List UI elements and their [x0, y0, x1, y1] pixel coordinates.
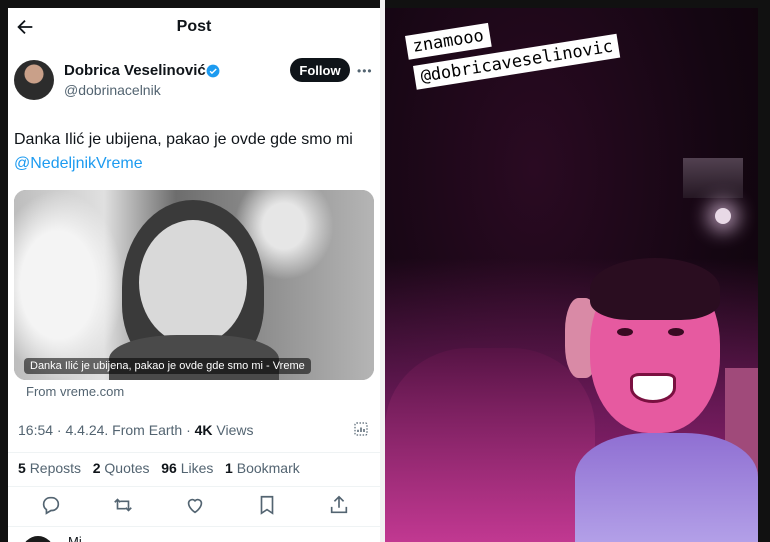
like-icon[interactable]	[184, 494, 206, 516]
author-handle[interactable]: @dobrinacelnik	[64, 82, 161, 98]
reply-icon[interactable]	[40, 494, 62, 516]
stage-light	[715, 208, 731, 224]
selfie-mouth	[630, 373, 676, 403]
reposts-label[interactable]: Reposts	[30, 460, 81, 476]
meta-time: 16:54 · 4.4.24. From Earth ·	[18, 422, 195, 438]
engagement-stats: 5 Reposts 2 Quotes 96 Likes 1 Bookmark	[18, 460, 300, 476]
reply-preview[interactable]: Mi	[68, 534, 82, 542]
share-icon[interactable]	[328, 494, 350, 516]
quotes-label[interactable]: Quotes	[104, 460, 149, 476]
likes-label[interactable]: Likes	[181, 460, 214, 476]
post-header: Post	[8, 8, 380, 46]
avatar[interactable]	[14, 60, 54, 100]
crowd	[385, 348, 595, 542]
divider	[8, 526, 380, 527]
views-label: Views	[212, 422, 254, 438]
link-card-image[interactable]: Danka Ilić je ubijena, pakao je ovde gde…	[14, 190, 374, 380]
analytics-icon[interactable]	[352, 420, 370, 438]
bookmark-icon[interactable]	[256, 494, 278, 516]
stage-rig	[683, 158, 743, 198]
tweet-text: Danka Ilić je ubijena, pakao je ovde gde…	[14, 128, 374, 176]
author-name[interactable]: Dobrica Veselinović	[64, 62, 206, 79]
bookmarks-count[interactable]: 1	[225, 460, 233, 476]
views-count: 4K	[194, 422, 213, 438]
page-title: Post	[176, 18, 212, 35]
selfie-hair	[590, 258, 720, 320]
card-source[interactable]: From vreme.com	[26, 384, 124, 399]
tweet-body: Danka Ilić je ubijena, pakao je ovde gde…	[14, 131, 353, 148]
more-icon[interactable]: •••	[357, 64, 373, 78]
tweet-panel: Post Dobrica Veselinović @dobrinacelnik …	[8, 8, 380, 542]
verified-badge-icon	[206, 64, 220, 78]
bookmarks-label[interactable]: Bookmark	[237, 460, 300, 476]
selfie-eye	[668, 328, 684, 336]
action-bar	[8, 492, 380, 522]
repost-icon[interactable]	[112, 494, 134, 516]
photo-face	[139, 220, 247, 345]
card-caption: Danka Ilić je ubijena, pakao je ovde gde…	[24, 358, 311, 374]
quotes-count[interactable]: 2	[93, 460, 101, 476]
mention-link[interactable]: @NedeljnikVreme	[14, 155, 143, 172]
photo-wreath	[14, 190, 124, 380]
tweet-meta: 16:54 · 4.4.24. From Earth · 4K Views	[18, 422, 254, 438]
follow-button[interactable]: Follow	[290, 58, 350, 82]
divider	[8, 452, 380, 453]
reply-avatar[interactable]	[22, 536, 54, 542]
story-caption-line1: znamooo	[405, 22, 492, 60]
likes-count[interactable]: 96	[161, 460, 177, 476]
reposts-count[interactable]: 5	[18, 460, 26, 476]
selfie-shirt	[575, 433, 758, 542]
divider	[8, 486, 380, 487]
story-panel: znamooo @dobricaveselinovic	[385, 8, 758, 542]
selfie-eye	[617, 328, 633, 336]
